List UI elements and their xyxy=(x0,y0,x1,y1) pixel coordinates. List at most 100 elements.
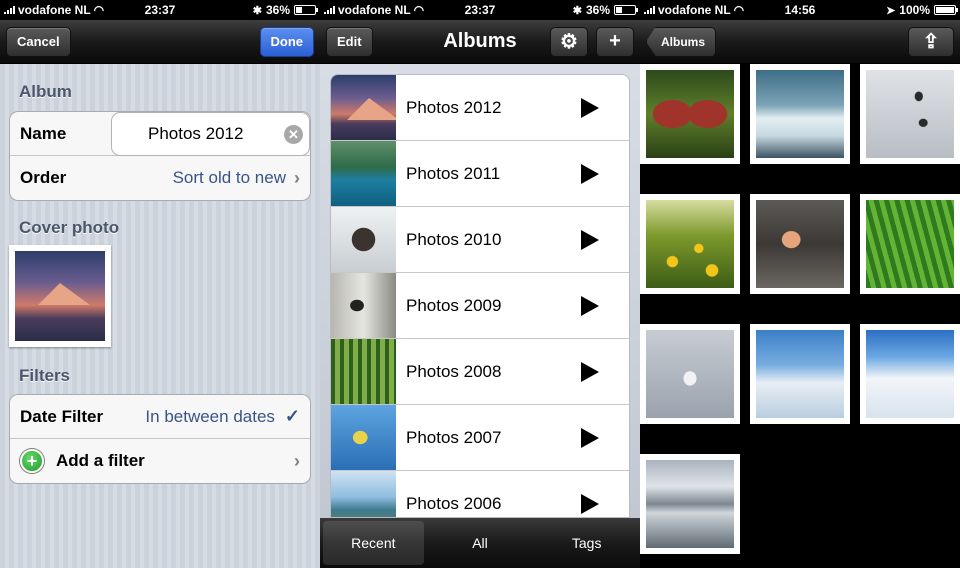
signal-icon xyxy=(644,6,655,14)
photo-thumbnail[interactable] xyxy=(640,194,740,294)
album-label: Photos 2008 xyxy=(406,361,502,381)
wifi-icon: ◠ xyxy=(93,3,105,17)
album-thumbnail xyxy=(331,141,396,206)
album-row[interactable]: Photos 2006 xyxy=(331,471,629,517)
back-to-albums-button[interactable]: Albums xyxy=(646,26,717,57)
status-bar: vodafone NL ◠ 23:37 ✱ 36% xyxy=(0,0,320,20)
photo-thumbnail[interactable] xyxy=(860,324,960,424)
photo-thumbnail[interactable] xyxy=(640,64,740,164)
name-row: Name Photos 2012 ✕ xyxy=(10,112,310,156)
nav-bar: Albums ⇪ xyxy=(640,20,960,64)
share-icon[interactable]: ⇪ xyxy=(908,26,954,57)
location-arrow-icon: ➤ xyxy=(886,4,896,17)
add-filter-label: Add a filter xyxy=(56,451,145,470)
snow-forest-image xyxy=(866,330,954,418)
album-row[interactable]: Photos 2012 xyxy=(331,75,629,141)
play-slideshow-icon[interactable] xyxy=(581,494,599,514)
winter-lake-image xyxy=(646,460,734,548)
battery-icon xyxy=(294,5,318,15)
add-album-icon[interactable]: + xyxy=(596,26,634,57)
tab-tags[interactable]: Tags xyxy=(536,521,637,565)
play-slideshow-icon[interactable] xyxy=(581,230,599,250)
grass-image xyxy=(866,200,954,288)
cancel-button[interactable]: Cancel xyxy=(6,26,71,57)
clear-text-icon[interactable]: ✕ xyxy=(284,125,303,144)
battery-icon xyxy=(614,5,638,15)
cover-photo[interactable] xyxy=(9,245,111,347)
albums-content: Photos 2012 Photos 2011 Photos 2010 Phot… xyxy=(320,64,640,518)
album-row[interactable]: Photos 2008 xyxy=(331,339,629,405)
album-settings-group: Name Photos 2012 ✕ Order Sort old to new… xyxy=(9,111,311,201)
edit-album-form: Album Name Photos 2012 ✕ Order Sort old … xyxy=(0,64,320,568)
add-green-icon: + xyxy=(20,449,44,473)
photo-thumbnail[interactable] xyxy=(860,194,960,294)
settings-gear-icon[interactable]: ⚙ xyxy=(550,26,588,57)
album-row[interactable]: Photos 2009 xyxy=(331,273,629,339)
chevron-right-icon: › xyxy=(294,450,300,471)
album-row[interactable]: Photos 2011 xyxy=(331,141,629,207)
nav-bar: Cancel Done xyxy=(0,20,320,64)
order-row[interactable]: Order Sort old to new › xyxy=(10,156,310,200)
edit-button[interactable]: Edit xyxy=(326,26,373,57)
photo-grid xyxy=(640,64,960,568)
add-filter-row[interactable]: + Add a filter › xyxy=(10,439,310,483)
wifi-icon: ◠ xyxy=(413,3,425,17)
seagull-image xyxy=(646,330,734,418)
nav-bar: Edit Albums ⚙ + xyxy=(320,20,640,64)
ice-peaks-image xyxy=(756,70,844,158)
album-label: Photos 2007 xyxy=(406,427,502,447)
signal-icon xyxy=(4,6,15,14)
battery-icon xyxy=(934,5,958,15)
order-value: Sort old to new xyxy=(172,168,286,187)
geese-image xyxy=(866,70,954,158)
photo-thumbnail[interactable] xyxy=(640,324,740,424)
rock-in-water-image xyxy=(756,200,844,288)
battery-percent: 36% xyxy=(585,3,610,17)
album-thumbnail xyxy=(331,405,396,470)
edit-album-panel: vodafone NL ◠ 23:37 ✱ 36% Cancel Done Al… xyxy=(0,0,320,568)
album-row[interactable]: Photos 2010 xyxy=(331,207,629,273)
album-list: Photos 2012 Photos 2011 Photos 2010 Phot… xyxy=(330,74,630,518)
album-thumbnail xyxy=(331,471,396,517)
segmented-tab-bar: Recent All Tags xyxy=(320,518,640,568)
checkmark-icon: ✓ xyxy=(284,406,300,426)
play-slideshow-icon[interactable] xyxy=(581,428,599,448)
done-button[interactable]: Done xyxy=(259,26,314,57)
play-slideshow-icon[interactable] xyxy=(581,296,599,316)
date-filter-label: Date Filter xyxy=(20,406,104,426)
album-thumbnail xyxy=(331,339,396,404)
play-slideshow-icon[interactable] xyxy=(581,362,599,382)
filters-group: Date Filter In between dates ✓ + Add a f… xyxy=(9,394,311,484)
battery-percent: 100% xyxy=(899,3,930,17)
album-thumbnail xyxy=(331,207,396,272)
date-filter-row[interactable]: Date Filter In between dates ✓ xyxy=(10,395,310,439)
play-slideshow-icon[interactable] xyxy=(581,164,599,184)
photo-thumbnail[interactable] xyxy=(860,64,960,164)
photo-thumbnail[interactable] xyxy=(750,324,850,424)
section-cover-header: Cover photo xyxy=(19,218,120,237)
carrier-label: vodafone NL xyxy=(658,3,731,17)
status-bar: vodafone NL ◠ 14:56 ➤ 100% xyxy=(640,0,960,20)
name-label: Name xyxy=(20,123,67,143)
cover-photo-image xyxy=(15,251,105,341)
album-thumbnail xyxy=(331,273,396,338)
photo-grid-panel: vodafone NL ◠ 14:56 ➤ 100% Albums ⇪ xyxy=(640,0,960,568)
photo-thumbnail[interactable] xyxy=(640,454,740,554)
section-album-header: Album xyxy=(19,82,72,101)
signal-icon xyxy=(324,6,335,14)
section-filters-header: Filters xyxy=(19,366,71,385)
album-name-input[interactable]: Photos 2012 ✕ xyxy=(111,112,310,156)
play-slideshow-icon[interactable] xyxy=(581,98,599,118)
album-label: Photos 2009 xyxy=(406,295,502,315)
tab-all[interactable]: All xyxy=(430,521,531,565)
album-row[interactable]: Photos 2007 xyxy=(331,405,629,471)
snowy-trees-image xyxy=(756,330,844,418)
albums-panel: vodafone NL ◠ 23:37 ✱ 36% Edit Albums ⚙ … xyxy=(320,0,640,568)
photo-thumbnail[interactable] xyxy=(750,194,850,294)
tab-recent[interactable]: Recent xyxy=(323,521,424,565)
carrier-label: vodafone NL xyxy=(18,3,91,17)
status-bar: vodafone NL ◠ 23:37 ✱ 36% xyxy=(320,0,640,20)
chevron-right-icon: › xyxy=(294,167,300,188)
photo-thumbnail[interactable] xyxy=(750,64,850,164)
carrier-label: vodafone NL xyxy=(338,3,411,17)
